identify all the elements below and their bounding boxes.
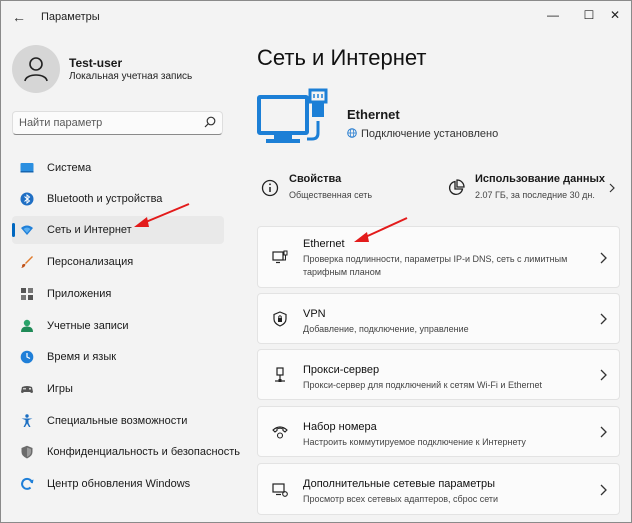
ethernet-card[interactable]: Ethernet Проверка подлинности, параметры… — [257, 226, 620, 288]
person-icon — [24, 57, 48, 82]
chevron-right-icon — [600, 426, 607, 438]
card-title: Ethernet — [303, 238, 345, 250]
network-icon — [21, 225, 33, 235]
chevron-right-icon — [609, 183, 615, 193]
settings-window: ← Параметры — ☐ ✕ Test-user Локальная уч… — [0, 0, 632, 523]
clock-globe-icon — [20, 350, 34, 364]
sidebar-item-label: Специальные возможности — [47, 415, 188, 427]
globe-icon — [347, 128, 357, 138]
dialup-card[interactable]: Набор номера Настроить коммутируемое под… — [257, 406, 620, 457]
data-usage-title: Использование данных — [475, 173, 605, 185]
sidebar-item-label: Персонализация — [47, 256, 134, 268]
advanced-network-icon — [272, 483, 288, 497]
sidebar-item-windows-update[interactable]: Центр обновления Windows — [12, 470, 224, 498]
account-type: Локальная учетная запись — [69, 71, 193, 82]
sidebar-item-label: Сеть и Интернет — [47, 224, 132, 236]
sidebar-item-label: Время и язык — [47, 351, 117, 363]
monitor-icon — [20, 163, 34, 173]
card-subtitle: Просмотр всех сетевых адаптеров, сброс с… — [303, 494, 499, 504]
proxy-card[interactable]: Прокси-сервер Прокси-сервер для подключе… — [257, 349, 620, 400]
accessibility-icon — [21, 414, 33, 427]
sidebar-item-label: Учетные записи — [47, 320, 129, 332]
sidebar-item-time-language[interactable]: Время и язык — [12, 343, 224, 371]
card-subtitle: Добавление, подключение, управление — [303, 324, 469, 334]
window-title: Параметры — [41, 11, 100, 23]
card-title: VPN — [303, 308, 326, 320]
chevron-right-icon — [600, 313, 607, 325]
dialup-icon — [272, 426, 288, 439]
sidebar-item-accounts[interactable]: Учетные записи — [12, 312, 224, 340]
user-name: Test-user — [69, 56, 123, 70]
sidebar-item-accessibility[interactable]: Специальные возможности — [12, 407, 224, 435]
sidebar-item-label: Игры — [47, 383, 73, 395]
properties-title: Свойства — [289, 173, 342, 185]
sidebar-item-label: Система — [47, 162, 92, 174]
card-subtitle: Проверка подлинности, параметры IP-и DNS… — [303, 254, 568, 277]
card-title: Дополнительные сетевые параметры — [303, 478, 496, 490]
avatar[interactable] — [12, 45, 60, 93]
sidebar-item-system[interactable]: Система — [12, 154, 224, 182]
data-usage-link[interactable]: Использование данных 2.07 ГБ, за последн… — [447, 171, 619, 207]
card-subtitle: Настроить коммутируемое подключение к Ин… — [303, 437, 526, 447]
card-subtitle: Прокси-сервер для подключений к сетям Wi… — [303, 380, 542, 390]
sidebar-item-personalization[interactable]: Персонализация — [12, 248, 224, 276]
chevron-right-icon — [600, 369, 607, 381]
brush-icon — [21, 256, 33, 268]
bluetooth-icon — [20, 192, 34, 206]
properties-subtitle: Общественная сеть — [289, 190, 373, 200]
title-bar: ← Параметры — ☐ ✕ — [1, 1, 631, 33]
sidebar-item-bluetooth[interactable]: Bluetooth и устройства — [12, 185, 224, 213]
sidebar-item-privacy-security[interactable]: Конфиденциальность и безопасность — [12, 438, 240, 466]
sidebar-item-label: Bluetooth и устройства — [47, 193, 163, 205]
apps-icon — [21, 288, 33, 300]
gamepad-icon — [21, 386, 33, 393]
sidebar-item-apps[interactable]: Приложения — [12, 280, 224, 308]
maximize-button[interactable]: ☐ — [577, 5, 601, 25]
card-title: Прокси-сервер — [303, 364, 380, 376]
properties-link[interactable]: Свойства Общественная сеть — [261, 171, 431, 207]
vpn-shield-icon — [273, 311, 287, 327]
ethernet-icon — [272, 250, 288, 264]
connection-status-text: Подключение установлено — [361, 128, 499, 140]
ethernet-graphic-icon — [257, 88, 328, 143]
search-box[interactable] — [12, 111, 223, 135]
person-icon — [21, 319, 33, 332]
back-arrow-icon[interactable]: ← — [9, 7, 29, 27]
minimize-button[interactable]: — — [541, 5, 565, 25]
vpn-card[interactable]: VPN Добавление, подключение, управление — [257, 293, 620, 344]
sidebar-item-label: Конфиденциальность и безопасность — [47, 446, 240, 458]
sidebar-item-label: Приложения — [47, 288, 112, 300]
info-icon — [261, 179, 279, 197]
chevron-right-icon — [600, 252, 607, 264]
close-button[interactable]: ✕ — [603, 5, 627, 25]
search-input[interactable] — [19, 115, 199, 131]
active-indicator — [12, 223, 15, 237]
connection-name: Ethernet — [347, 107, 400, 122]
proxy-icon — [275, 367, 285, 382]
update-icon — [21, 477, 34, 490]
search-icon — [204, 116, 216, 128]
advanced-network-card[interactable]: Дополнительные сетевые параметры Просмот… — [257, 463, 620, 515]
page-title: Сеть и Интернет — [257, 45, 427, 70]
shield-icon — [21, 445, 33, 459]
pie-chart-icon — [449, 179, 465, 195]
chevron-right-icon — [600, 484, 607, 496]
card-title: Набор номера — [303, 421, 377, 433]
sidebar-item-gaming[interactable]: Игры — [12, 375, 224, 403]
sidebar-item-label: Центр обновления Windows — [47, 478, 191, 490]
sidebar-item-network[interactable]: Сеть и Интернет — [12, 216, 224, 244]
data-usage-subtitle: 2.07 ГБ, за последние 30 дн. — [475, 190, 595, 200]
connection-status: Подключение установлено — [347, 128, 498, 140]
